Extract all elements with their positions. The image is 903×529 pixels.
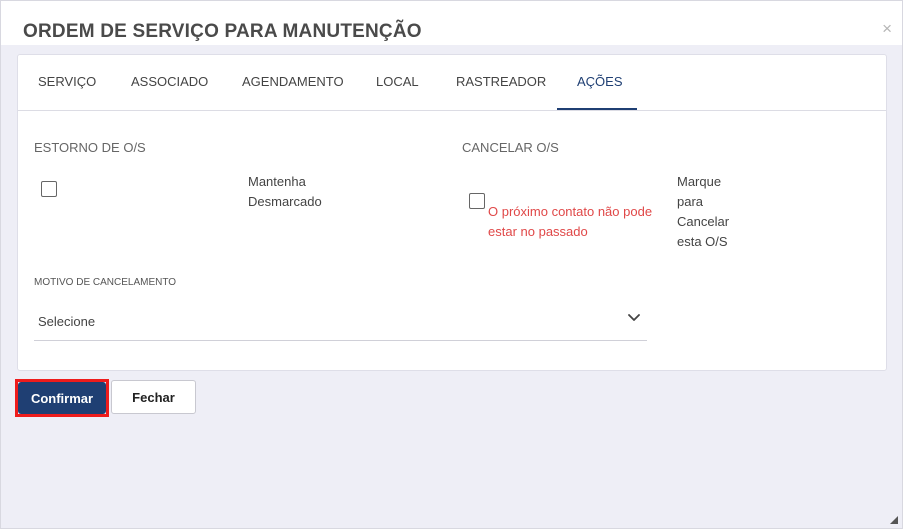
tab-acoes[interactable]: AÇÕES: [577, 74, 623, 89]
cancelar-label: CANCELAR O/S: [462, 140, 559, 155]
cancelar-checkbox[interactable]: [469, 193, 485, 209]
tab-agendamento[interactable]: AGENDAMENTO: [242, 74, 344, 89]
service-order-modal: ORDEM DE SERVIÇO PARA MANUTENÇÃO × SERVI…: [0, 0, 903, 529]
estorno-help: Mantenha Desmarcado: [248, 172, 322, 212]
cancelar-help-line: Cancelar: [677, 214, 730, 229]
close-button[interactable]: Fechar: [111, 380, 196, 414]
estorno-label: ESTORNO DE O/S: [34, 140, 146, 155]
tab-rastreador[interactable]: RASTREADOR: [456, 74, 546, 89]
tab-servico[interactable]: SERVIÇO: [38, 74, 96, 89]
close-icon[interactable]: ×: [882, 19, 892, 39]
confirm-button[interactable]: Confirmar: [18, 382, 106, 414]
chevron-down-icon: [628, 314, 640, 321]
tab-associado[interactable]: ASSOCIADO: [131, 74, 208, 89]
cancelar-help: Marque para Cancelar esta O/S: [677, 172, 729, 252]
estorno-checkbox[interactable]: [41, 181, 57, 197]
form-card: SERVIÇO ASSOCIADO AGENDAMENTO LOCAL RAST…: [17, 54, 887, 371]
resize-handle-icon[interactable]: [890, 516, 898, 524]
estorno-help-line: Desmarcado: [248, 194, 322, 209]
estorno-help-line: Mantenha: [248, 174, 306, 189]
motivo-selected-value: Selecione: [38, 314, 96, 329]
tab-local[interactable]: LOCAL: [376, 74, 419, 89]
motivo-select[interactable]: Selecione: [34, 300, 647, 341]
cancelar-help-line: Marque: [677, 174, 722, 189]
error-line: O próximo contato não pode: [488, 204, 653, 219]
cancelar-help-line: esta O/S: [677, 234, 728, 249]
modal-title: ORDEM DE SERVIÇO PARA MANUTENÇÃO: [23, 21, 422, 42]
cancelar-help-line: para: [677, 194, 704, 209]
modal-header: ORDEM DE SERVIÇO PARA MANUTENÇÃO ×: [1, 1, 902, 45]
error-line: estar no passado: [488, 224, 588, 239]
tab-bar: SERVIÇO ASSOCIADO AGENDAMENTO LOCAL RAST…: [18, 55, 886, 111]
active-tab-indicator: [557, 108, 637, 110]
motivo-label: MOTIVO DE CANCELAMENTO: [34, 277, 177, 288]
validation-error: O próximo contato não pode estar no pass…: [488, 202, 652, 242]
